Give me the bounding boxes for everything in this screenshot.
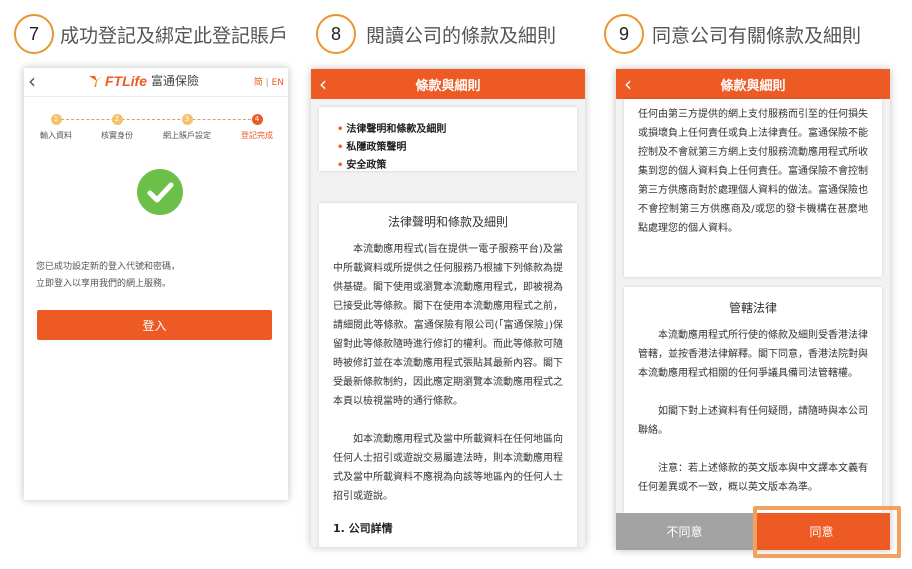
progress-step-label: 核實身份	[101, 131, 133, 140]
progress-step-circle: 2	[111, 114, 123, 125]
back-arrow-icon[interactable]: ‹	[624, 72, 632, 96]
language-note-paragraph: 注意：若上述條款的英文版本與中文譯本文義有任何差異或不一致，概以英文版本為準。	[638, 463, 868, 493]
legal-terms-paragraph-1: 本流動應用程式(旨在提供一電子服務平台)及當中所載資料或所提供之任何服務乃根據下…	[333, 244, 563, 407]
bullet-dot-icon: •	[337, 142, 344, 153]
lang-english[interactable]: EN	[272, 78, 284, 88]
step-title-8: 閱讀公司的條款及細則	[366, 25, 557, 47]
step-title-7: 成功登記及綁定此登記賬戶	[60, 25, 289, 47]
terms-header: ‹ 條款與細則	[311, 69, 585, 99]
lang-divider: |	[265, 78, 269, 88]
progress-step-circle: 3	[181, 114, 193, 125]
link-security-policy-label: 安全政策	[346, 160, 387, 171]
progress-step-2: 2 核實身份	[97, 114, 137, 141]
phone-screen-terms-agree: ‹ 條款與細則 任何由第三方提供的網上支付服務而引至的任何損失或損壞負上任何責任…	[616, 69, 890, 550]
link-security-policy[interactable]: • 安全政策	[337, 157, 577, 175]
bullet-dot-icon: •	[337, 160, 344, 171]
bullet-dot-icon: •	[337, 124, 344, 135]
governing-law-card: 管轄法律 本流動應用程式所行使的條款及細則受香港法律管轄，並按香港法律解釋。閣下…	[624, 287, 882, 513]
language-switch: 简 | EN	[254, 75, 284, 88]
link-legal-terms-label: 法律聲明和條款及細則	[346, 124, 447, 135]
terms-links-card: • 法律聲明和條款及細則 • 私隱政策聲明 • 安全政策	[319, 107, 577, 171]
link-legal-terms[interactable]: • 法律聲明和條款及細則	[337, 121, 577, 139]
check-circle-icon	[137, 169, 183, 215]
progress-stepper: 1 輸入資料 2 核實身份 3 網上賬戶設定 4 登記完成	[24, 114, 288, 154]
step-number-7: 7	[14, 14, 54, 54]
progress-step-4-current: 4 登記完成	[232, 114, 282, 141]
step-number-8: 8	[316, 14, 356, 54]
back-arrow-icon[interactable]: ‹	[319, 72, 327, 96]
third-party-payment-card: 任何由第三方提供的網上支付服務而引至的任何損失或損壞負上任何責任或負上法律責任。…	[624, 99, 882, 277]
legal-terms-card: 法律聲明和條款及細則 本流動應用程式(旨在提供一電子服務平台)及當中所載資料或所…	[319, 203, 577, 547]
terms-header: ‹ 條款與細則	[616, 69, 890, 99]
back-arrow-icon[interactable]: ‹	[28, 69, 36, 93]
progress-step-label: 網上賬戶設定	[163, 131, 211, 140]
governing-law-paragraph: 本流動應用程式所行使的條款及細則受香港法律管轄，並按香港法律解釋。閣下同意，香港…	[638, 330, 868, 379]
progress-step-circle: 4	[251, 114, 263, 125]
progress-step-label: 登記完成	[241, 131, 273, 140]
lang-simplified[interactable]: 简	[254, 78, 263, 88]
progress-step-1: 1 輸入資料	[36, 114, 76, 141]
third-party-payment-paragraph: 任何由第三方提供的網上支付服務而引至的任何損失或損壞負上任何責任或負上法律責任。…	[638, 109, 868, 234]
link-privacy-policy-label: 私隱政策聲明	[346, 142, 407, 153]
contact-paragraph: 如閣下對上述資料有任何疑問，請隨時與本公司聯絡。	[638, 406, 868, 436]
terms-header-title: 條款與細則	[415, 78, 481, 94]
legal-terms-paragraph-2: 如本流動應用程式及當中所載資料在任何地區向任何人士招引或遊說交易屬違法時，則本流…	[333, 434, 563, 502]
legal-terms-title: 法律聲明和條款及細則	[387, 215, 508, 229]
agree-button-highlight	[753, 506, 901, 558]
phone-screen-terms-reading: ‹ 條款與細則 • 法律聲明和條款及細則 • 私隱政策聲明 • 安全政策 法律聲明和條…	[311, 69, 585, 547]
step-number-9: 9	[604, 14, 644, 54]
step-title-9: 同意公司有關條款及細則	[652, 25, 862, 47]
terms-header-title: 條款與細則	[720, 78, 786, 94]
ftlife-mark-icon	[89, 74, 103, 87]
progress-step-label: 輸入資料	[40, 131, 72, 140]
governing-law-title: 管轄法律	[728, 301, 777, 315]
link-privacy-policy[interactable]: • 私隱政策聲明	[337, 139, 577, 157]
phone-screen-registration-complete: ‹ FTLife 富通保險 简 | EN 1 輸入資料 2 核實身份 3 網上賬…	[24, 68, 288, 500]
brand-name: FTLife	[105, 72, 147, 89]
progress-step-circle: 1	[50, 114, 62, 125]
success-message-line-1: 您已成功設定新的登入代號和密碼，	[36, 262, 181, 272]
company-details-heading: 1. 公司詳情	[333, 522, 393, 535]
success-message-line-2: 立即登入以享用我們的網上服務。	[36, 279, 172, 289]
progress-step-3: 3 網上賬戶設定	[152, 114, 222, 141]
disagree-button[interactable]: 不同意	[616, 513, 753, 550]
ftlife-logo: FTLife 富通保險	[88, 72, 199, 89]
brand-chinese-name: 富通保險	[151, 74, 200, 88]
app-header: ‹ FTLife 富通保險 简 | EN	[24, 68, 288, 97]
login-button[interactable]: 登入	[37, 310, 272, 340]
